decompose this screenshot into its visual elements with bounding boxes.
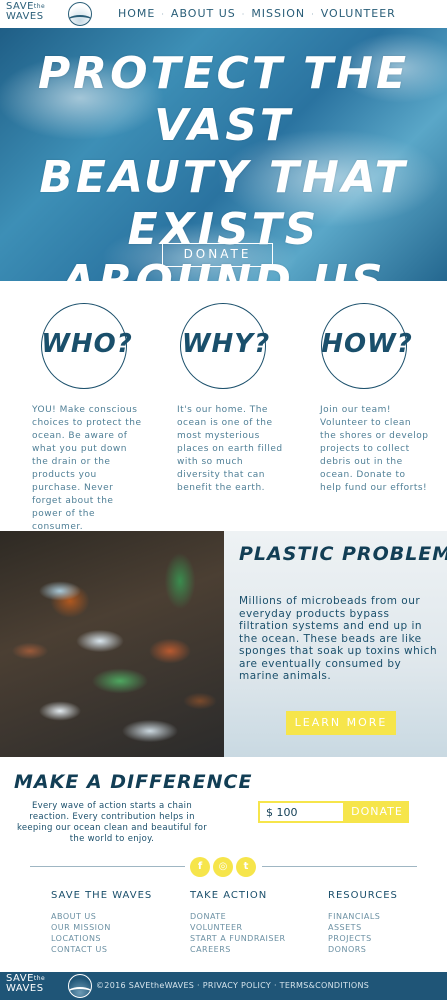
wave-logo-icon xyxy=(68,2,92,26)
footer-link-financials[interactable]: FINANCIALS xyxy=(328,911,447,922)
learn-more-button[interactable]: LEARN MORE xyxy=(286,711,396,735)
difference-title: MAKE A DIFFERENCE xyxy=(14,771,253,793)
footer-separator: · xyxy=(273,981,277,990)
logo-word-the: the xyxy=(33,3,46,10)
logo[interactable]: SAVEthe WAVES xyxy=(6,2,92,26)
footer-separator: · xyxy=(197,981,200,990)
footer-column-resources: RESOURCES FINANCIALS ASSETS PROJECTS DON… xyxy=(328,890,447,955)
nav-about-us[interactable]: ABOUT US xyxy=(171,7,236,20)
nav-separator: · xyxy=(311,9,315,19)
hero-title-line: BEAUTY THAT xyxy=(39,152,408,203)
nav-separator: · xyxy=(161,9,165,19)
privacy-policy-link[interactable]: PRIVACY POLICY xyxy=(203,981,271,990)
copyright-line: ©2016 SAVEtheWAVES · PRIVACY POLICY · TE… xyxy=(96,981,369,990)
pillar-text: Join our team! Volunteer to clean the sh… xyxy=(320,405,429,493)
plastic-info-panel: PLASTIC PROBLEMS Millions of microbeads … xyxy=(224,531,447,757)
footer-link-donate[interactable]: DONATE xyxy=(190,911,320,922)
logo-word-the: the xyxy=(33,975,46,982)
plastic-waste-image xyxy=(0,531,224,757)
footer-column-title: TAKE ACTION xyxy=(190,890,268,901)
top-nav: SAVEthe WAVES HOME · ABOUT US · MISSION · VOLU… xyxy=(0,0,447,28)
footer-link-careers[interactable]: CAREERS xyxy=(190,944,320,955)
footer-column-save-the-waves: SAVE THE WAVES ABOUT US OUR MISSION LOCA… xyxy=(51,890,181,955)
donate-button[interactable]: DONATE xyxy=(345,801,409,823)
social-links: f ◎ t xyxy=(0,855,447,879)
footer-link-about-us[interactable]: ABOUT US xyxy=(51,911,181,922)
footer-column-title: RESOURCES xyxy=(328,890,398,901)
divider-line xyxy=(262,866,417,867)
who-why-how-section: WHO? YOU! Make conscious choices to prot… xyxy=(0,281,447,532)
bottom-bar: SAVEthe WAVES ©2016 SAVEtheWAVES · PRIVA… xyxy=(0,972,447,1000)
footer-link-volunteer[interactable]: VOLUNTEER xyxy=(190,922,320,933)
footer-link-locations[interactable]: LOCATIONS xyxy=(51,933,181,944)
wave-logo-icon xyxy=(68,974,92,998)
logo-word-waves: WAVES xyxy=(6,983,44,994)
footer-link-contact-us[interactable]: CONTACT US xyxy=(51,944,181,955)
terms-link[interactable]: TERMS&CONDITIONS xyxy=(280,981,370,990)
logo-word-waves: WAVES xyxy=(6,11,44,22)
nav-separator: · xyxy=(241,9,246,19)
facebook-icon[interactable]: f xyxy=(190,857,210,877)
hero-donate-button[interactable]: DONATE xyxy=(162,243,273,267)
footer-link-donors[interactable]: DONORS xyxy=(328,944,447,955)
footer-link-assets[interactable]: ASSETS xyxy=(328,922,447,933)
copyright-text: ©2016 SAVEtheWAVES xyxy=(96,981,195,990)
pillar-heading: WHY? xyxy=(181,329,271,359)
difference-text: Every wave of action starts a chain reac… xyxy=(16,801,208,844)
divider-line xyxy=(30,866,185,867)
donation-amount-input[interactable] xyxy=(258,801,345,823)
footer-column-take-action: TAKE ACTION DONATE VOLUNTEER START A FUN… xyxy=(190,890,320,955)
plastic-title: PLASTIC PROBLEMS xyxy=(239,543,447,565)
footer-link-our-mission[interactable]: OUR MISSION xyxy=(51,922,181,933)
logo-text: SAVEthe WAVES xyxy=(6,2,45,22)
make-a-difference-section: MAKE A DIFFERENCE Every wave of action s… xyxy=(0,757,447,877)
twitter-icon[interactable]: t xyxy=(236,857,256,877)
footer-column-title: SAVE THE WAVES xyxy=(51,890,153,901)
plastic-problems-section: PLASTIC PROBLEMS Millions of microbeads … xyxy=(0,531,447,757)
pillar-text: YOU! Make conscious choices to protect t… xyxy=(32,405,142,532)
pillar-heading: HOW? xyxy=(321,329,413,359)
pillar-text: It's our home. The ocean is one of the m… xyxy=(177,405,283,493)
footer-link-projects[interactable]: PROJECTS xyxy=(328,933,447,944)
plastic-text: Millions of microbeads from our everyday… xyxy=(239,595,438,682)
instagram-icon[interactable]: ◎ xyxy=(213,857,233,877)
nav-links: HOME · ABOUT US · MISSION · VOLUNTEER xyxy=(118,7,396,20)
footer-link-start-fundraiser[interactable]: START A FUNDRAISER xyxy=(190,933,320,944)
nav-volunteer[interactable]: VOLUNTEER xyxy=(321,7,396,20)
nav-home[interactable]: HOME xyxy=(118,7,155,20)
logo-text: SAVEthe WAVES xyxy=(6,974,45,994)
pillar-heading: WHO? xyxy=(41,329,133,359)
nav-mission[interactable]: MISSION xyxy=(251,7,305,20)
hero-banner: PROTECT THE VAST BEAUTY THAT EXISTS AROU… xyxy=(0,28,447,281)
footer-links: SAVE THE WAVES ABOUT US OUR MISSION LOCA… xyxy=(0,880,447,970)
hero-title-line: PROTECT THE VAST xyxy=(37,48,410,151)
footer-logo[interactable]: SAVEthe WAVES xyxy=(6,974,92,998)
